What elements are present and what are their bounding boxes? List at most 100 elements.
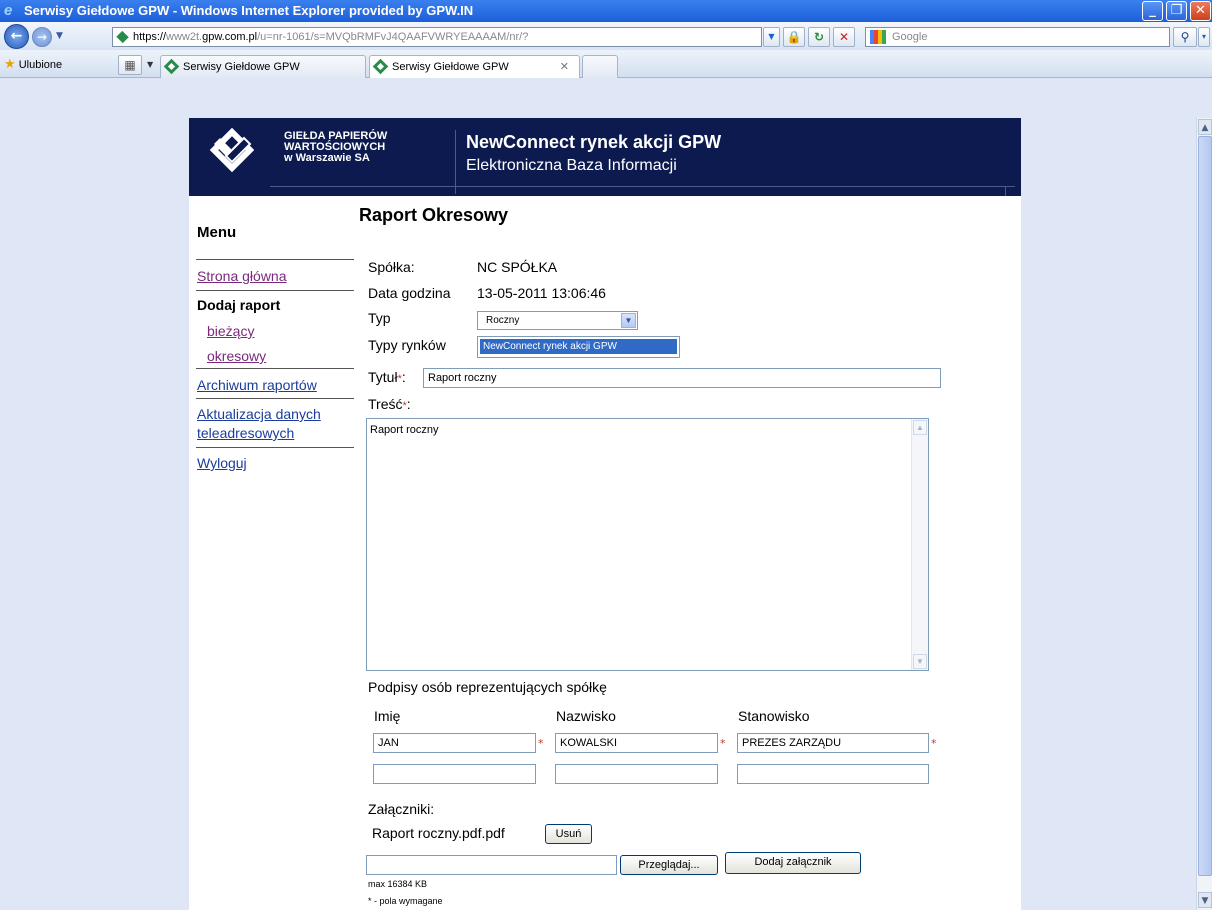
position-header: Stanowisko	[738, 708, 810, 724]
tab-serwisy-2[interactable]: Serwisy Giełdowe GPW ✕	[369, 55, 580, 78]
required-star: *	[402, 400, 407, 412]
chevron-up-icon[interactable]: ▲	[913, 420, 927, 435]
favorites-star-icon: ★	[4, 56, 16, 71]
gpw-logo-icon	[209, 128, 255, 173]
menu-divider	[196, 368, 354, 369]
add-attachment-button[interactable]: Dodaj załącznik	[725, 852, 861, 874]
content-value: Raport roczny	[370, 424, 439, 436]
window-title: Serwisy Giełdowe GPW - Windows Internet …	[24, 3, 474, 18]
menu-archive-link[interactable]: Archiwum raportów	[197, 376, 317, 395]
signatures-label: Podpisy osób reprezentujących spółkę	[368, 679, 607, 695]
search-options-icon[interactable]: ▾	[1198, 27, 1210, 47]
search-icon[interactable]: ⚲	[1173, 27, 1197, 47]
menu-current-report-link[interactable]: bieżący	[207, 322, 254, 341]
address-bar[interactable]: https://www2t.gpw.com.pl/u=nr-1061/s=MVQ…	[112, 27, 762, 47]
signature1-last-name-input[interactable]: KOWALSKI	[555, 733, 718, 753]
site-title: NewConnect rynek akcji GPW	[466, 132, 722, 152]
required-note-text: * - pola wymagane	[368, 896, 443, 906]
search-placeholder: Google	[892, 31, 928, 43]
markets-label: Typy rynków	[368, 337, 446, 353]
datetime-label: Data godzina	[368, 285, 451, 301]
content-label: Treść*:	[368, 396, 411, 412]
first-name-header: Imię	[374, 708, 401, 724]
markets-option-newconnect[interactable]: NewConnect rynek akcji GPW	[480, 339, 677, 354]
scroll-down-icon[interactable]: ▼	[1198, 892, 1212, 908]
required-star: *	[931, 737, 937, 750]
remove-attachment-button[interactable]: Usuń	[545, 824, 592, 844]
datetime-value: 13-05-2011 13:06:46	[477, 285, 606, 301]
content-textarea[interactable]: Raport roczny ▲ ▼	[366, 418, 929, 671]
menu-update-line1: Aktualizacja danych	[197, 406, 321, 422]
tab-label: Serwisy Giełdowe GPW	[392, 61, 509, 73]
window-titlebar: e Serwisy Giełdowe GPW - Windows Interne…	[0, 0, 1212, 22]
signature2-first-name-input[interactable]	[373, 764, 536, 784]
title-input[interactable]: Raport roczny	[423, 368, 941, 388]
type-selected-value: Roczny	[486, 315, 520, 326]
type-label: Typ	[368, 310, 391, 326]
menu-divider	[196, 447, 354, 448]
address-protocol: https://	[133, 31, 167, 43]
search-input[interactable]: Google	[865, 27, 1170, 47]
menu-home-link[interactable]: Strona główna	[197, 267, 287, 286]
minimize-button[interactable]: _	[1142, 1, 1163, 21]
lock-icon[interactable]: 🔒	[783, 27, 805, 47]
quick-tabs-icon[interactable]: ▦	[118, 55, 142, 75]
required-star: *	[720, 737, 726, 750]
signature1-position-input[interactable]: PREZES ZARZĄDU	[737, 733, 929, 753]
tab-close-icon[interactable]: ✕	[560, 56, 569, 78]
close-window-button[interactable]: ✕	[1190, 1, 1211, 21]
last-name-header: Nazwisko	[556, 708, 616, 724]
browse-button[interactable]: Przeglądaj...	[620, 855, 718, 875]
markets-listbox[interactable]: NewConnect rynek akcji GPW	[477, 336, 680, 358]
tab-list-dropdown-icon[interactable]: ▼	[147, 60, 153, 69]
file-path-input[interactable]	[366, 855, 617, 875]
scrollbar-thumb[interactable]	[1198, 136, 1212, 876]
back-button[interactable]: ←	[4, 24, 29, 49]
tab-label: Serwisy Giełdowe GPW	[183, 61, 300, 73]
forward-button[interactable]: →	[32, 27, 52, 47]
stop-icon[interactable]: ✕	[833, 27, 855, 47]
title-label: Tytuł*:	[368, 369, 406, 385]
signature2-last-name-input[interactable]	[555, 764, 718, 784]
google-icon	[870, 30, 886, 44]
new-tab-button[interactable]	[582, 55, 618, 78]
ie-logo-icon: e	[4, 2, 13, 19]
favorites-button[interactable]: ★ Ulubione	[4, 56, 62, 72]
chevron-down-icon: ▼	[621, 313, 636, 328]
required-fields-note: * - pola wymagane	[368, 896, 443, 906]
menu-add-report-heading: Dodaj raport	[197, 297, 281, 313]
required-star: *	[538, 737, 544, 750]
menu-periodic-report-link[interactable]: okresowy	[207, 347, 266, 366]
refresh-icon[interactable]: ↻	[808, 27, 830, 47]
attachment-filename: Raport roczny.pdf.pdf	[372, 825, 505, 841]
restore-button[interactable]: ❐	[1166, 1, 1187, 21]
required-star: *	[397, 373, 402, 385]
menu-update-contact-link[interactable]: Aktualizacja danych teleadresowych	[197, 405, 321, 443]
address-host: gpw.com.pl	[202, 31, 258, 43]
signature1-first-name-input[interactable]: JAN	[373, 733, 536, 753]
vertical-scrollbar[interactable]: ▲ ▼	[1196, 118, 1212, 910]
gpw-name: GIEŁDA PAPIERÓW WARTOŚCIOWYCH w Warszawi…	[284, 131, 387, 164]
menu-update-line2: teleadresowych	[197, 425, 295, 441]
title-label-text: Tytuł	[368, 369, 398, 385]
signature2-position-input[interactable]	[737, 764, 929, 784]
attachments-label: Załączniki:	[368, 801, 435, 817]
menu-divider	[196, 290, 354, 291]
company-value: NC SPÓŁKA	[477, 259, 558, 275]
scroll-up-icon[interactable]: ▲	[1198, 119, 1212, 135]
history-dropdown-icon[interactable]: ▼	[56, 31, 63, 41]
chevron-down-icon[interactable]: ▼	[913, 654, 927, 669]
gpw-name-line3: w Warszawie SA	[284, 152, 370, 164]
textarea-scrollbar[interactable]: ▲ ▼	[911, 419, 928, 670]
content-label-text: Treść	[368, 396, 403, 412]
type-select[interactable]: Roczny ▼	[477, 311, 638, 330]
menu-logout-link[interactable]: Wyloguj	[197, 454, 247, 473]
gpw-favicon	[163, 58, 180, 75]
address-dropdown-icon[interactable]: ▼	[763, 27, 780, 47]
site-icon	[116, 30, 129, 44]
menu-divider	[196, 398, 354, 399]
tab-serwisy-1[interactable]: Serwisy Giełdowe GPW	[160, 55, 366, 78]
address-path: /u=nr-1061/s=MVQbRMFvJ4QAAFVWRYEAAAAM/nr…	[257, 31, 529, 43]
company-label: Spółka:	[368, 259, 415, 275]
gpw-favicon	[372, 58, 389, 75]
